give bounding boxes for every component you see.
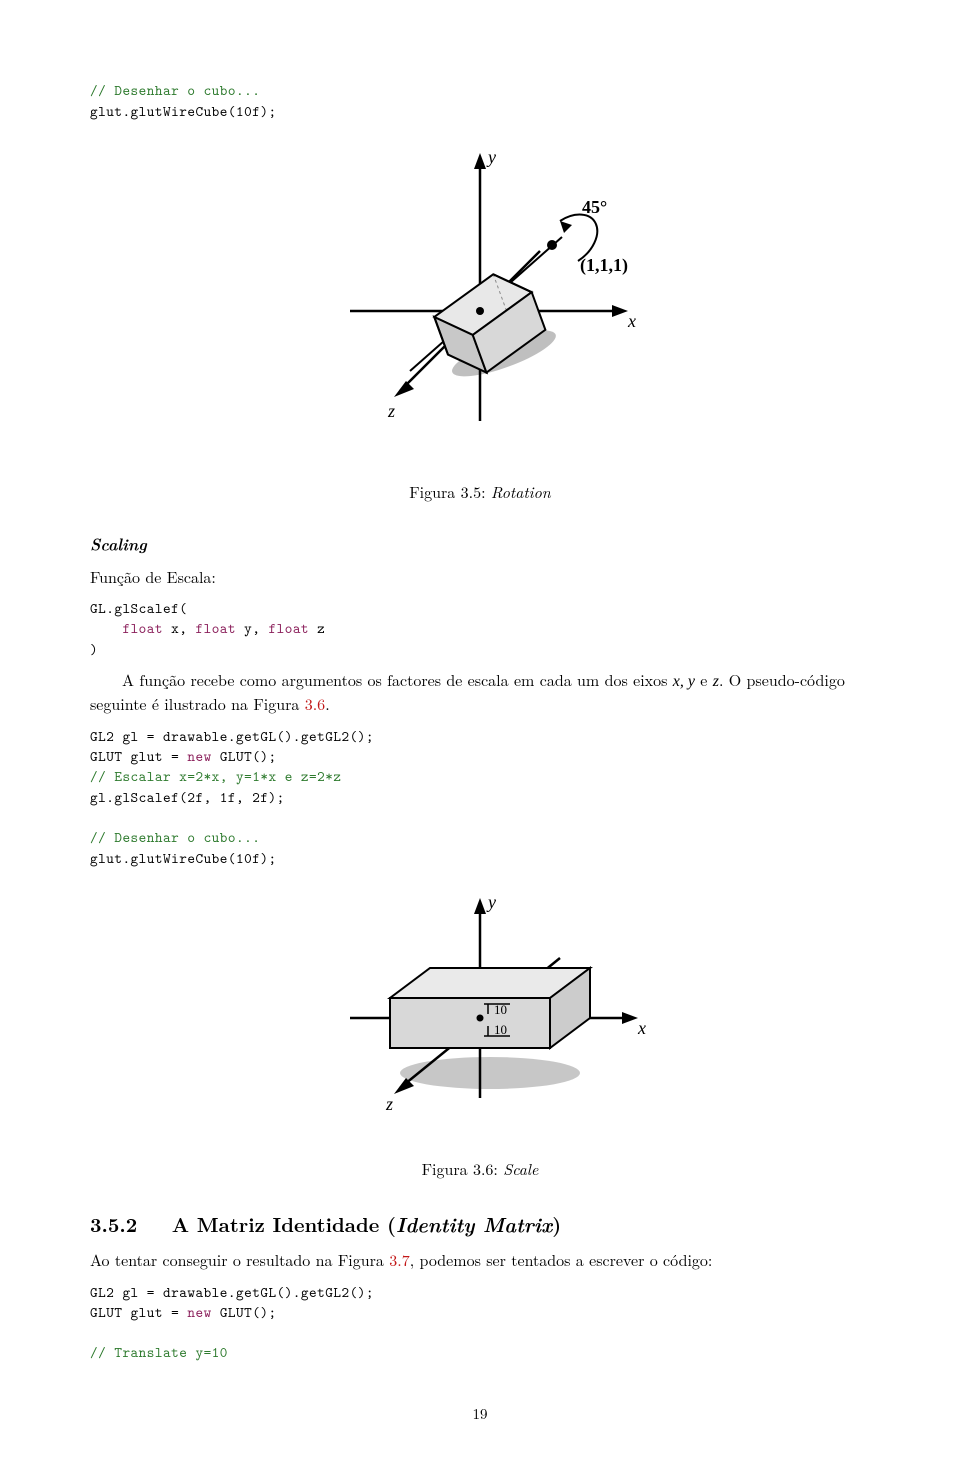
figure-caption-36: Figura 3.6: Scale — [90, 1158, 870, 1180]
figure-ref-37: 3.7 — [389, 1248, 409, 1271]
dim-label-2: 10 — [494, 1022, 507, 1037]
subsection-paragraph: Ao tentar conseguir o resultado na Figur… — [90, 1249, 870, 1271]
scaling-intro: Função de Escala: — [90, 566, 870, 588]
code-block-3: GL2 gl = drawable.getGL().getGL2(); GLUT… — [90, 1282, 870, 1363]
code-block-1: // Desenhar o cubo... glut.glutWireCube(… — [90, 60, 870, 121]
figure-ref-36: 3.6 — [305, 692, 325, 715]
axis-x-label: x — [627, 311, 636, 331]
axis-z-label: z — [387, 401, 395, 421]
code-signature-scalef: GL.glScalef( float x, float y, float z ) — [90, 598, 870, 659]
figure-scale: y x z 10 10 — [90, 888, 870, 1148]
axis-x-label: x — [637, 1018, 646, 1038]
code-comment: // Desenhar o cubo... — [90, 80, 260, 100]
figure-caption-35: Figura 3.5: Rotation — [90, 481, 870, 503]
axis-y-label: y — [486, 892, 496, 912]
code-line: glut.glutWireCube(10f); — [90, 101, 277, 121]
page-number: 19 — [90, 1403, 870, 1424]
code-block-2: GL2 gl = drawable.getGL().getGL2(); GLUT… — [90, 726, 870, 868]
dim-label-1: 10 — [494, 1002, 507, 1017]
axis-z-label: z — [385, 1094, 393, 1114]
subsection-heading: 3.5.2 A Matriz Identidade (Identity Matr… — [90, 1210, 870, 1239]
angle-label: 45° — [582, 197, 607, 217]
axis-y-label: y — [486, 147, 496, 167]
scaling-heading: Scaling — [90, 533, 870, 555]
coord-label: (1,1,1) — [580, 255, 628, 276]
scaling-paragraph: A função recebe como argumentos os facto… — [90, 669, 870, 716]
figure-rotation: y x z 45° (1,1,1) — [90, 141, 870, 471]
